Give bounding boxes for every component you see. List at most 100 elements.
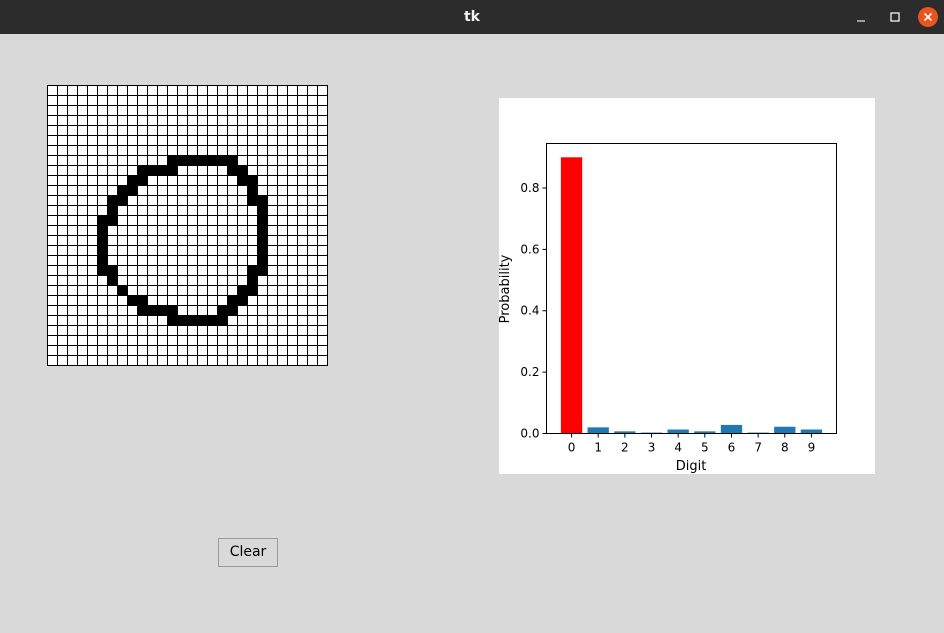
filled-cell[interactable] xyxy=(257,225,267,235)
filled-cell[interactable] xyxy=(227,165,237,175)
close-button[interactable] xyxy=(918,7,938,27)
filled-cell[interactable] xyxy=(117,285,127,295)
filled-cell[interactable] xyxy=(227,305,237,315)
filled-cell[interactable] xyxy=(257,205,267,215)
filled-cell[interactable] xyxy=(217,315,227,325)
filled-cell[interactable] xyxy=(247,195,257,205)
y-tick-label: 0.6 xyxy=(520,242,539,256)
bar-digit-6 xyxy=(720,424,743,434)
x-axis-ticks: 0 1 2 3 4 5 6 7 8 9 xyxy=(568,433,816,455)
minimize-button[interactable] xyxy=(851,7,871,27)
filled-cell[interactable] xyxy=(157,165,167,175)
filled-cell[interactable] xyxy=(237,285,247,295)
window-title: tk xyxy=(463,9,480,25)
x-tick-label: 8 xyxy=(781,441,789,455)
filled-cell[interactable] xyxy=(247,185,257,195)
filled-cell[interactable] xyxy=(127,185,137,195)
filled-cell[interactable] xyxy=(107,195,117,205)
filled-cell[interactable] xyxy=(247,275,257,285)
filled-cell[interactable] xyxy=(107,265,117,275)
y-tick-label: 0.0 xyxy=(520,427,539,441)
filled-cell[interactable] xyxy=(247,265,257,275)
filled-cell[interactable] xyxy=(237,295,247,305)
filled-cell[interactable] xyxy=(167,305,177,315)
y-axis-label: Probability xyxy=(499,254,513,323)
filled-cell[interactable] xyxy=(187,315,197,325)
bar-digit-9 xyxy=(800,429,823,434)
filled-cell[interactable] xyxy=(227,295,237,305)
filled-cell[interactable] xyxy=(147,165,157,175)
close-icon xyxy=(918,7,938,27)
x-tick-label: 1 xyxy=(594,441,602,455)
probability-chart: 0.0 0.2 0.4 0.6 0.8 0 1 2 3 4 5 6 7 8 9 Digit Probabi… xyxy=(499,98,875,474)
filled-cell[interactable] xyxy=(107,275,117,285)
bar-digit-4 xyxy=(667,429,689,434)
filled-cell[interactable] xyxy=(237,175,247,185)
filled-cell[interactable] xyxy=(237,165,247,175)
filled-cell[interactable] xyxy=(257,215,267,225)
filled-cell[interactable] xyxy=(97,265,107,275)
x-axis-label: Digit xyxy=(676,459,707,474)
clear-button[interactable]: Clear xyxy=(218,538,278,567)
bar-digit-0 xyxy=(560,157,583,434)
x-tick-label: 9 xyxy=(808,441,816,455)
drawing-grid-svg[interactable] xyxy=(47,85,328,366)
filled-cell[interactable] xyxy=(107,205,117,215)
filled-cell[interactable] xyxy=(167,315,177,325)
filled-cell[interactable] xyxy=(167,165,177,175)
filled-cell[interactable] xyxy=(97,245,107,255)
filled-cell[interactable] xyxy=(197,315,207,325)
y-tick-label: 0.4 xyxy=(520,304,539,318)
x-tick-label: 0 xyxy=(568,441,576,455)
chart-bars xyxy=(560,157,823,434)
filled-cell[interactable] xyxy=(107,215,117,225)
filled-cell[interactable] xyxy=(137,165,147,175)
filled-cell[interactable] xyxy=(137,175,147,185)
filled-cell[interactable] xyxy=(117,195,127,205)
filled-cell[interactable] xyxy=(227,155,237,165)
filled-cell[interactable] xyxy=(127,295,137,305)
filled-cell[interactable] xyxy=(247,285,257,295)
y-tick-label: 0.2 xyxy=(520,365,539,379)
filled-cell[interactable] xyxy=(167,155,177,165)
x-tick-label: 7 xyxy=(754,441,762,455)
filled-cell[interactable] xyxy=(147,305,157,315)
filled-cell[interactable] xyxy=(247,175,257,185)
filled-cell[interactable] xyxy=(207,315,217,325)
filled-cell[interactable] xyxy=(217,305,227,315)
filled-cell[interactable] xyxy=(197,155,207,165)
filled-cell[interactable] xyxy=(257,265,267,275)
filled-cell[interactable] xyxy=(187,155,197,165)
filled-cell[interactable] xyxy=(127,175,137,185)
y-axis-ticks: 0.0 0.2 0.4 0.6 0.8 xyxy=(520,181,547,441)
filled-cell[interactable] xyxy=(137,295,147,305)
filled-cell[interactable] xyxy=(257,235,267,245)
filled-cell[interactable] xyxy=(217,155,227,165)
maximize-button[interactable] xyxy=(885,7,905,27)
filled-cell[interactable] xyxy=(117,185,127,195)
bar-digit-8 xyxy=(774,426,796,434)
filled-cell[interactable] xyxy=(257,195,267,205)
filled-cell[interactable] xyxy=(97,235,107,245)
filled-cell[interactable] xyxy=(157,305,167,315)
x-tick-label: 4 xyxy=(674,441,682,455)
window-titlebar: tk xyxy=(0,0,944,34)
bar-digit-1 xyxy=(587,427,609,434)
filled-cell[interactable] xyxy=(257,245,267,255)
filled-cell[interactable] xyxy=(97,215,107,225)
filled-cell[interactable] xyxy=(137,305,147,315)
x-tick-label: 6 xyxy=(728,441,736,455)
x-tick-label: 3 xyxy=(648,441,656,455)
filled-cell[interactable] xyxy=(257,255,267,265)
filled-cell[interactable] xyxy=(177,315,187,325)
filled-cell[interactable] xyxy=(97,255,107,265)
drawing-grid[interactable] xyxy=(47,85,328,366)
y-tick-label: 0.8 xyxy=(520,181,539,195)
filled-cell[interactable] xyxy=(207,155,217,165)
x-tick-label: 2 xyxy=(621,441,629,455)
minimize-icon xyxy=(857,20,865,22)
filled-cell[interactable] xyxy=(97,225,107,235)
x-tick-label: 5 xyxy=(701,441,709,455)
plot-frame xyxy=(546,143,837,434)
filled-cell[interactable] xyxy=(177,155,187,165)
